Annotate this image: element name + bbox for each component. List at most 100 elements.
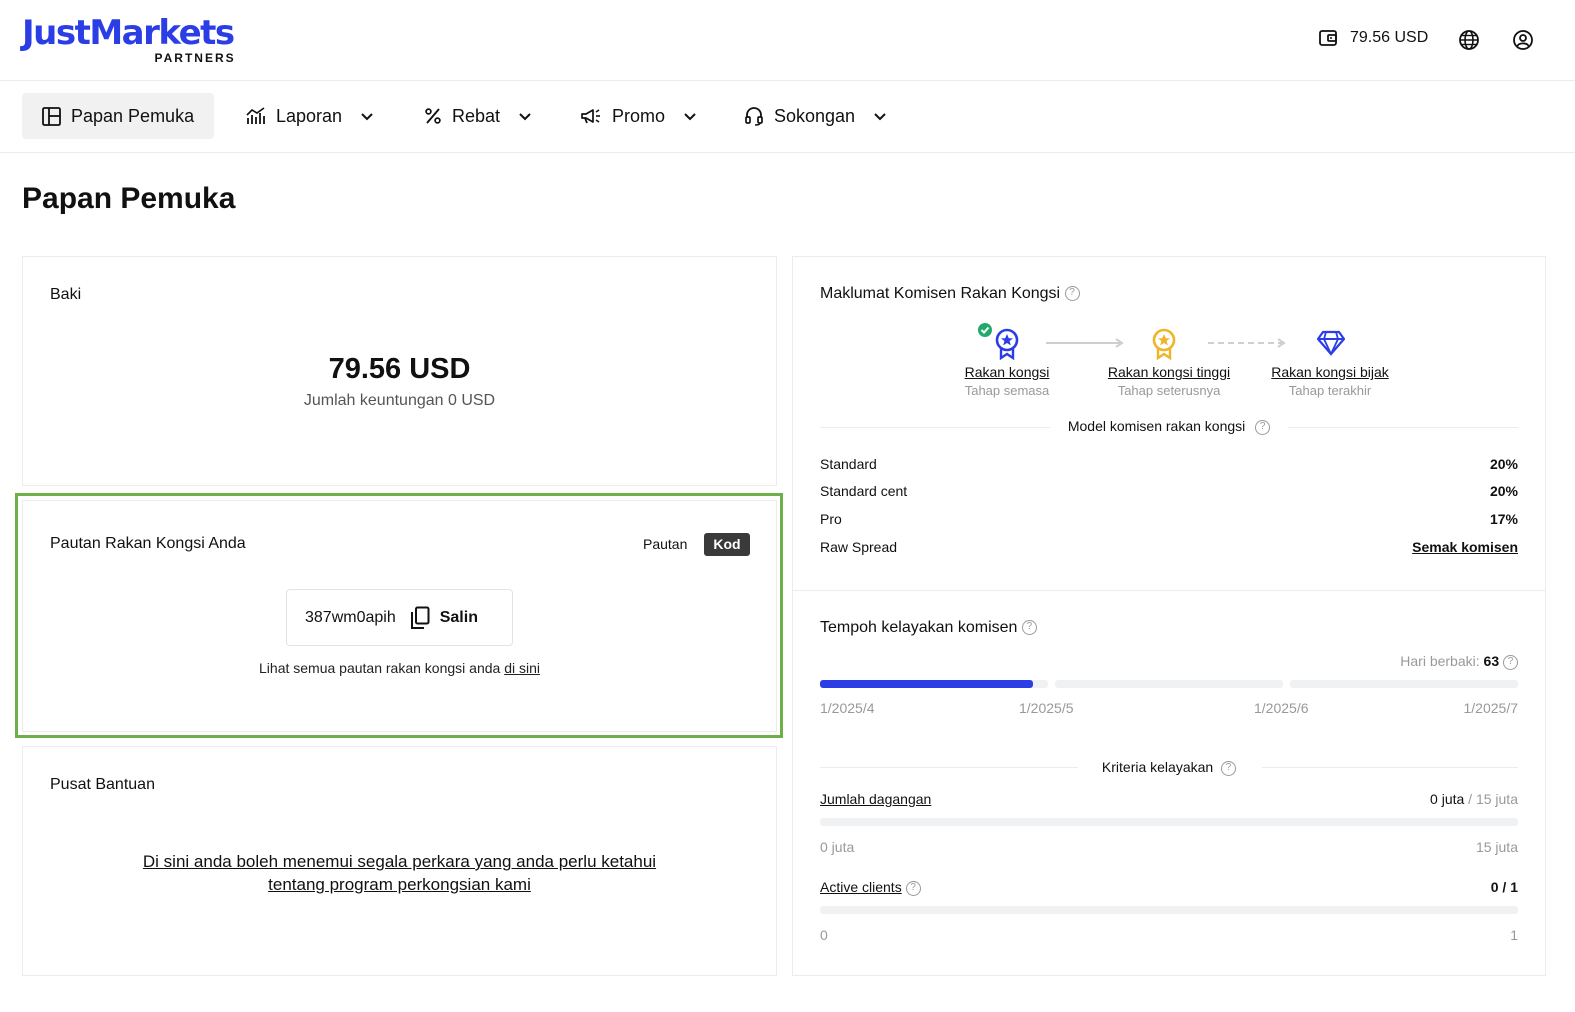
tier-high-partner[interactable]: Rakan kongsi tinggi Tahap seterusnya <box>1094 364 1244 398</box>
model-title-label: Model komisen rakan kongsi <box>1067 418 1246 434</box>
nav-label: Sokongan <box>774 105 856 126</box>
tier-name: Rakan kongsi tinggi <box>1107 364 1231 380</box>
criteria-clients-label[interactable]: Active clients <box>820 879 902 895</box>
tier-stage: Tahap seterusnya <box>1117 383 1221 398</box>
nav-support[interactable]: Sokongan <box>724 93 907 139</box>
check-icon <box>978 323 992 337</box>
megaphone-icon <box>581 109 600 124</box>
date-label: 1/2025/7 <box>1463 700 1519 716</box>
commission-info-label: Maklumat Komisen Rakan Kongsi <box>820 285 1061 302</box>
main-nav: Papan Pemuka Laporan Rebat Promo Sokonga… <box>0 81 1575 153</box>
eligibility-label: Tempoh kelayakan komisen <box>820 619 1018 636</box>
headset-icon <box>745 107 763 126</box>
days-left-label: Hari berbaki: <box>1400 653 1480 669</box>
chevron-down-icon <box>519 112 531 120</box>
chevron-down-icon <box>684 112 696 120</box>
balance-card: Baki 79.56 USD Jumlah keuntungan 0 USD <box>22 256 777 486</box>
criteria-current: 0 <box>1490 879 1499 895</box>
nav-promo[interactable]: Promo <box>560 93 717 139</box>
criteria-max: 15 juta <box>1475 839 1518 855</box>
criteria-label: Kriteria kelayakan <box>1101 759 1214 775</box>
rate-row: Standard 20% <box>820 456 1518 472</box>
criteria-total: / 15 juta <box>1468 791 1518 807</box>
rate-label: Standard cent <box>820 483 908 499</box>
rate-row: Raw Spread Semak komisen <box>820 539 1518 555</box>
wallet-icon <box>1319 30 1337 46</box>
highlight-frame <box>15 493 783 738</box>
logo[interactable]: JustMarkets PARTNERS <box>22 13 235 65</box>
criteria-volume-label[interactable]: Jumlah dagangan <box>820 791 931 807</box>
commission-model-title: Model komisen rakan kongsi ? <box>820 418 1518 435</box>
period-track-2 <box>1055 680 1283 688</box>
tier-smart-partner[interactable]: Rakan kongsi bijak Tahap terakhir <box>1260 364 1400 398</box>
date-label: 1/2025/4 <box>820 700 875 716</box>
logo-text: JustMarkets <box>22 13 235 53</box>
balance-title: Baki <box>50 286 82 303</box>
arrow-dashed <box>1208 338 1286 348</box>
date-label: 1/2025/6 <box>1254 700 1309 716</box>
user-icon[interactable] <box>1512 29 1534 51</box>
help-center-card: Pusat Bantuan Di sini anda boleh menemui… <box>22 746 777 976</box>
award-ribbon-icon <box>995 328 1019 360</box>
logo-subtext: PARTNERS <box>154 51 236 65</box>
commission-info-title: Maklumat Komisen Rakan Kongsi ? <box>820 285 1080 303</box>
criteria-total: / 1 <box>1502 879 1518 895</box>
nav-reports[interactable]: Laporan <box>226 93 394 139</box>
wallet-amount: 79.56 USD <box>1350 29 1429 46</box>
tier-stage: Tahap terakhir <box>1288 383 1372 398</box>
rate-value: 20% <box>1489 483 1518 499</box>
chart-icon <box>246 107 265 124</box>
criteria-min: 0 <box>820 927 828 943</box>
criteria-row-volume: Jumlah dagangan 0 juta / 15 juta <box>820 791 1518 807</box>
dashboard-icon <box>42 106 61 126</box>
help-center-link[interactable]: Di sini anda boleh menemui segala perkar… <box>23 850 776 896</box>
help-icon[interactable]: ? <box>1255 419 1271 435</box>
rate-value: 20% <box>1489 456 1518 472</box>
days-left: Hari berbaki: 63 ? <box>1340 653 1518 670</box>
period-track-3 <box>1290 680 1518 688</box>
nav-dashboard[interactable]: Papan Pemuka <box>22 93 215 139</box>
criteria-current: 0 juta <box>1430 791 1465 807</box>
help-icon[interactable]: ? <box>1021 620 1037 636</box>
top-bar: JustMarkets PARTNERS 79.56 USD <box>0 0 1575 81</box>
chevron-down-icon <box>361 112 373 120</box>
tier-name: Rakan kongsi <box>964 364 1050 380</box>
panel-divider <box>793 590 1545 591</box>
nav-label: Laporan <box>276 105 343 126</box>
diamond-icon <box>1316 330 1346 356</box>
help-icon[interactable]: ? <box>1221 760 1237 776</box>
rate-label: Raw Spread <box>820 539 898 555</box>
volume-progress-track <box>820 818 1518 826</box>
criteria-min: 0 juta <box>820 839 855 855</box>
help-icon[interactable]: ? <box>1503 654 1518 670</box>
rate-row: Standard cent 20% <box>820 483 1518 499</box>
rate-value: 17% <box>1489 511 1518 527</box>
balance-amount: 79.56 USD <box>328 353 471 385</box>
rate-row: Pro 17% <box>820 511 1518 527</box>
criteria-max: 1 <box>1510 927 1518 943</box>
nav-label: Rebat <box>452 105 501 126</box>
gold-award-icon <box>1152 328 1176 360</box>
help-line-1: Di sini anda boleh menemui segala perkar… <box>142 852 657 871</box>
tier-name: Rakan kongsi bijak <box>1271 364 1389 380</box>
help-icon[interactable]: ? <box>905 880 921 896</box>
help-center-title: Pusat Bantuan <box>50 776 155 793</box>
nav-label: Promo <box>612 105 666 126</box>
page-title: Papan Pemuka <box>22 182 236 215</box>
period-progress-fill <box>820 680 1033 688</box>
wallet-balance[interactable]: 79.56 USD <box>1318 28 1428 48</box>
nav-label: Papan Pemuka <box>71 105 195 126</box>
percent-icon <box>425 108 441 124</box>
rate-label: Pro <box>820 511 842 527</box>
criteria-title: Kriteria kelayakan ? <box>820 759 1518 776</box>
tier-partner[interactable]: Rakan kongsi Tahap semasa <box>945 364 1069 398</box>
help-icon[interactable]: ? <box>1064 286 1080 302</box>
help-line-2: tentang program perkongsian kami <box>268 875 531 894</box>
check-commission-link[interactable]: Semak komisen <box>1412 539 1518 555</box>
clients-progress-track <box>820 906 1518 914</box>
eligibility-title: Tempoh kelayakan komisen ? <box>820 619 1037 637</box>
days-left-value: 63 <box>1483 653 1500 669</box>
globe-icon[interactable] <box>1458 29 1480 51</box>
nav-rebates[interactable]: Rebat <box>404 93 552 139</box>
tier-stage: Tahap semasa <box>964 383 1050 398</box>
